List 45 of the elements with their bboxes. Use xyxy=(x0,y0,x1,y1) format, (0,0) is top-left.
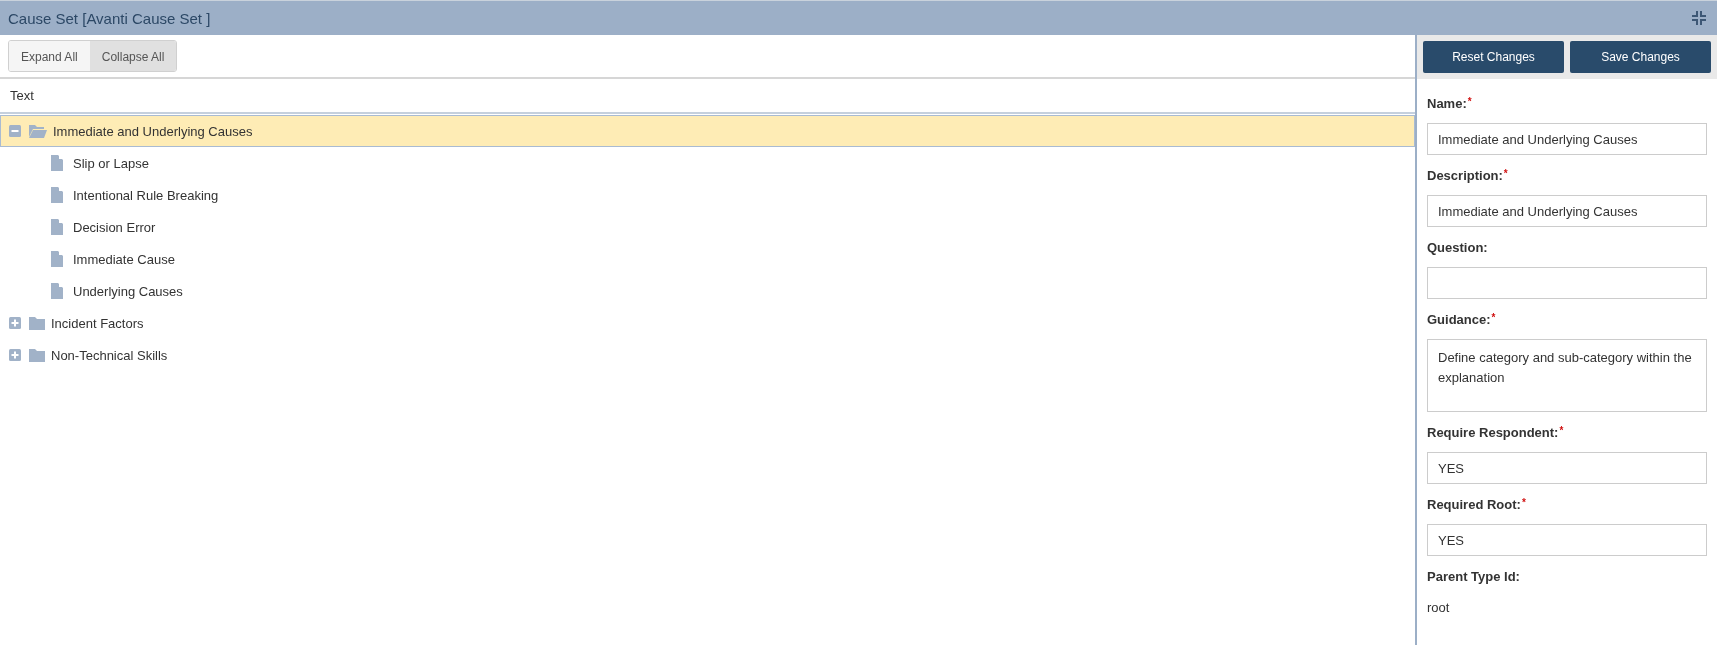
field-value: root xyxy=(1427,599,1451,617)
toolbar-button[interactable]: Collapse All xyxy=(89,41,177,71)
tree-item[interactable]: Non-Technical Skills xyxy=(51,347,168,363)
field-label: Name: xyxy=(1427,96,1467,111)
input-field[interactable]: YES xyxy=(1427,524,1707,556)
required-mark: * xyxy=(1503,168,1508,181)
tree-item[interactable]: Incident Factors xyxy=(51,315,144,331)
input-field[interactable]: Immediate and Underlying Causes xyxy=(1427,123,1707,155)
folder-icon xyxy=(29,316,45,330)
input-field[interactable]: Immediate and Underlying Causes xyxy=(1427,195,1707,227)
reset-button[interactable]: Reset Changes xyxy=(1423,41,1564,73)
tree-item[interactable]: Immediate Cause xyxy=(73,251,175,267)
input-field[interactable]: YES xyxy=(1427,452,1707,484)
open-folder-icon xyxy=(29,124,47,138)
save-button[interactable]: Save Changes xyxy=(1570,41,1711,73)
collapse-icon[interactable] xyxy=(1691,10,1707,26)
input-field[interactable] xyxy=(1427,267,1707,299)
tree-item[interactable]: Slip or Lapse xyxy=(73,155,149,171)
collapse-toggle-icon[interactable] xyxy=(9,125,21,137)
text-area[interactable]: Define category and sub-category within the explanation xyxy=(1427,339,1707,412)
document-icon xyxy=(51,187,63,203)
document-icon xyxy=(51,155,63,171)
document-icon xyxy=(51,283,63,299)
required-mark: * xyxy=(1559,425,1564,438)
field-label: Guidance: xyxy=(1427,312,1491,327)
selected-tree-row[interactable]: Immediate and Underlying Causes xyxy=(0,115,1415,147)
document-icon xyxy=(51,251,63,267)
field-label: Parent Type Id: xyxy=(1427,569,1520,584)
tree-item[interactable]: Decision Error xyxy=(73,219,156,235)
required-mark: * xyxy=(1491,312,1496,323)
folder-icon xyxy=(29,348,45,362)
required-mark: * xyxy=(1467,96,1472,109)
field-label: Require Respondent: xyxy=(1427,425,1559,440)
tree-item[interactable]: Underlying Causes xyxy=(73,283,183,299)
expand-toggle-icon[interactable] xyxy=(9,317,21,329)
tree-item[interactable]: Intentional Rule Breaking xyxy=(73,187,219,203)
document-icon xyxy=(51,219,63,235)
toolbar-button[interactable]: Expand All xyxy=(9,41,90,71)
window-title: Cause Set [Avanti Cause Set ] xyxy=(8,9,211,27)
field-label: Required Root: xyxy=(1427,497,1521,512)
field-label: Description: xyxy=(1427,168,1503,183)
column-header: Text xyxy=(10,88,34,103)
expand-toggle-icon[interactable] xyxy=(9,349,21,361)
field-label: Question: xyxy=(1427,240,1488,255)
required-mark: * xyxy=(1521,497,1526,510)
